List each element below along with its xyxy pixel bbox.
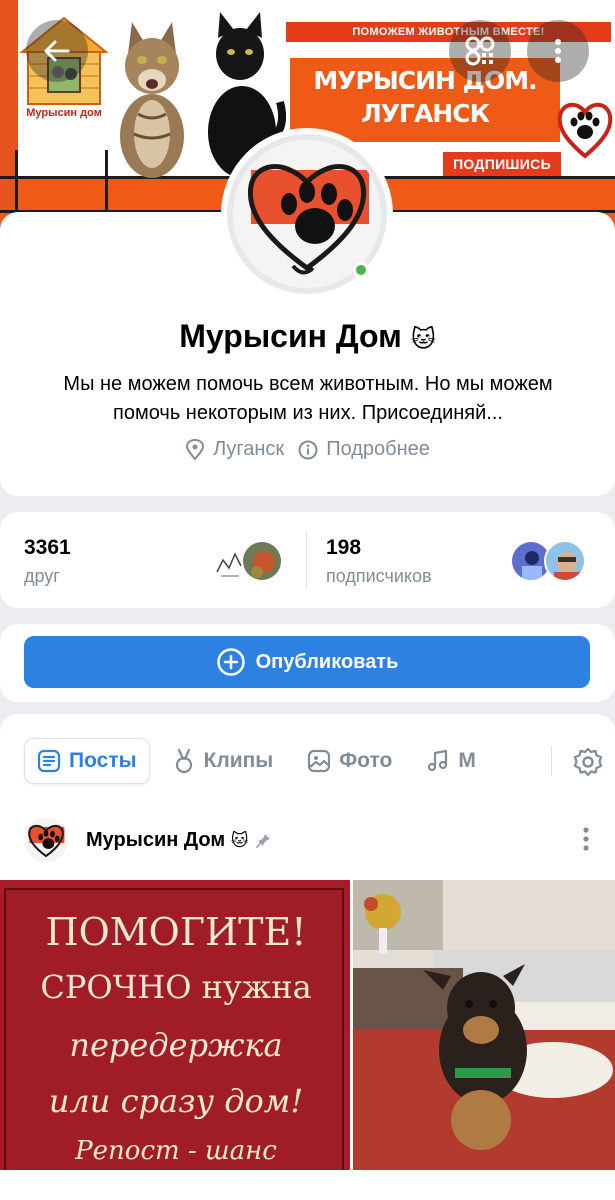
- post-header: Мурысин Дом 🐱: [24, 818, 594, 862]
- tab-photo[interactable]: Фото: [295, 738, 404, 784]
- gear-icon[interactable]: [572, 746, 604, 778]
- followers-count: 198: [326, 536, 362, 559]
- cat-emoji-icon: 🐱: [230, 830, 249, 850]
- profile-tabs: Посты Клипы Фото М: [24, 738, 603, 784]
- location-text: Луганск: [213, 438, 285, 460]
- tab-photo-label: Фото: [339, 749, 393, 772]
- cover-divider-line: [15, 150, 18, 212]
- profile-name: Мурысин Дом 🐱: [0, 318, 615, 355]
- poster-line-2: СРОЧНО нужна: [40, 968, 312, 1006]
- poster-frame: ПОМОГИТЕ! СРОЧНО нужна передержка или ср…: [4, 888, 344, 1170]
- avatar: [544, 540, 586, 582]
- back-button[interactable]: [26, 20, 88, 82]
- avatar: [241, 540, 283, 582]
- friends-stat[interactable]: 3361 друг: [24, 536, 71, 587]
- more-info-text: Подробнее: [326, 438, 430, 460]
- publish-button[interactable]: Опубликовать: [24, 636, 590, 688]
- publish-card: Опубликовать: [0, 624, 615, 702]
- profile-name-text: Мурысин Дом: [179, 318, 402, 354]
- followers-avatars[interactable]: [510, 540, 586, 582]
- friends-avatars[interactable]: [207, 540, 283, 582]
- cover-title: МУРЫСИН ДОМ. ЛУГАНСК: [290, 58, 560, 142]
- post-image-poster[interactable]: ПОМОГИТЕ! СРОЧНО нужна передержка или ср…: [0, 880, 350, 1170]
- stats-divider: [306, 532, 307, 588]
- tabs-separator: [551, 746, 552, 776]
- cover-divider-line: [105, 150, 108, 212]
- tabs-fade: [474, 738, 554, 784]
- poster-line-3: передержка: [69, 1026, 283, 1064]
- pin-icon: [256, 834, 271, 848]
- cat-emoji-icon: 🐱: [410, 326, 436, 353]
- friends-count: 3361: [24, 536, 71, 559]
- location-item[interactable]: Луганск: [185, 438, 284, 461]
- post-author-avatar[interactable]: [24, 818, 68, 862]
- friends-label: друг: [24, 566, 60, 586]
- content-card: Посты Клипы Фото М Мурысин Дом 🐱 ПОМОГИТ…: [0, 714, 615, 1200]
- info-icon: [298, 440, 318, 459]
- post-author-text: Мурысин Дом: [86, 828, 226, 851]
- heart-paw-icon: [24, 818, 68, 862]
- stats-card: 3361 друг 198 подписчиков: [0, 512, 615, 608]
- post-author-name[interactable]: Мурысин Дом 🐱: [86, 829, 248, 852]
- tab-posts-label: Посты: [69, 749, 137, 772]
- online-status-indicator: [353, 262, 369, 278]
- post-image-dog[interactable]: [353, 880, 615, 1170]
- cover-subscribe-badge: ПОДПИШИСЬ: [443, 152, 561, 176]
- more-vertical-icon: [555, 39, 561, 63]
- clips-icon: [175, 748, 192, 774]
- tab-clips[interactable]: Клипы: [160, 738, 286, 784]
- poster-line-5: Репост - шанс: [75, 1136, 277, 1166]
- cover-title-line1: МУРЫСИН ДОМ.: [313, 66, 537, 95]
- posts-icon: [37, 749, 61, 773]
- followers-stat[interactable]: 198 подписчиков: [326, 536, 432, 587]
- tab-posts[interactable]: Посты: [24, 738, 150, 784]
- house-label: Мурысин дом: [26, 107, 102, 119]
- qr-code-button[interactable]: [449, 20, 511, 82]
- publish-label: Опубликовать: [255, 650, 399, 673]
- music-icon: [428, 749, 448, 772]
- cover-title-line2: ЛУГАНСК: [360, 99, 490, 128]
- poster-line-4: или сразу дом!: [48, 1082, 304, 1120]
- more-options-button[interactable]: [527, 20, 589, 82]
- tabby-cat-icon: [120, 22, 184, 178]
- location-pin-icon: [186, 438, 205, 461]
- poster-line-1: ПОМОГИТЕ!: [45, 910, 307, 954]
- more-info-link[interactable]: Подробнее: [298, 438, 430, 461]
- photo-icon: [308, 749, 331, 773]
- profile-meta: Луганск Подробнее: [0, 438, 615, 461]
- heart-paw-icon: [557, 102, 613, 159]
- tab-clips-label: Клипы: [203, 749, 274, 772]
- arrow-left-icon: [44, 40, 70, 62]
- more-vertical-icon[interactable]: [582, 826, 590, 852]
- followers-label: подписчиков: [326, 566, 432, 586]
- profile-description[interactable]: Мы не можем помочь всем животным. Но мы …: [28, 370, 588, 428]
- qr-code-icon: [465, 36, 495, 66]
- dog-photo: [353, 880, 615, 1170]
- plus-circle-icon: [216, 648, 245, 676]
